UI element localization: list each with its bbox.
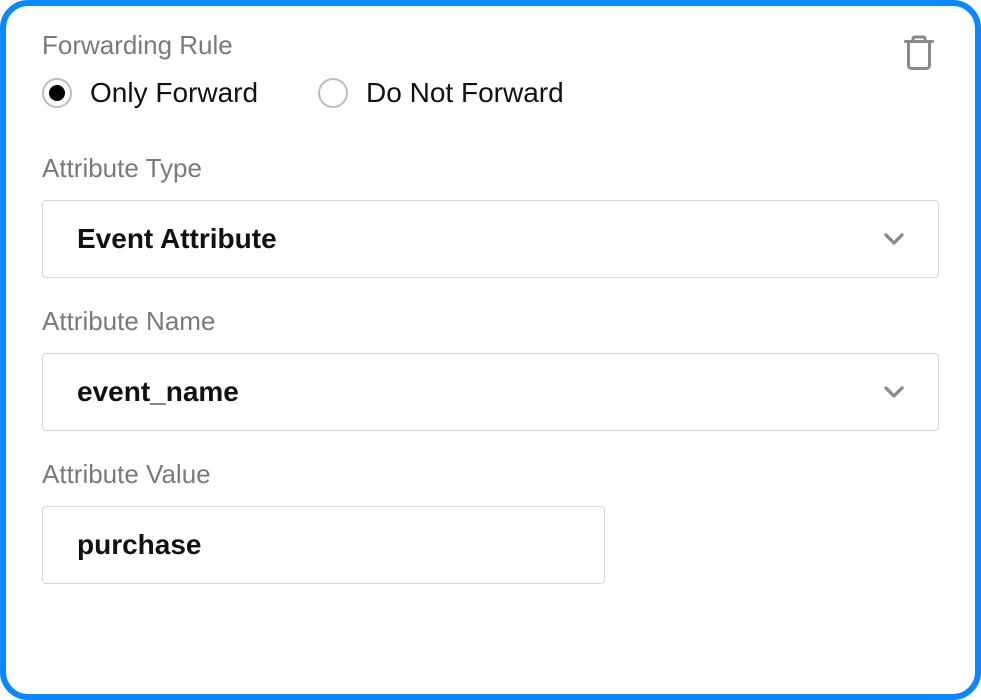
radio-label: Do Not Forward (366, 77, 564, 109)
trash-icon (901, 32, 937, 72)
attribute-type-dropdown[interactable]: Event Attribute (42, 200, 939, 278)
field-label: Attribute Type (42, 153, 939, 184)
attribute-value-input[interactable] (42, 506, 605, 584)
radio-indicator (318, 78, 348, 108)
attribute-type-field: Attribute Type Event Attribute (42, 153, 939, 278)
radio-do-not-forward[interactable]: Do Not Forward (318, 77, 564, 109)
radio-label: Only Forward (90, 77, 258, 109)
radio-only-forward[interactable]: Only Forward (42, 77, 258, 109)
attribute-name-dropdown[interactable]: event_name (42, 353, 939, 431)
dropdown-value: event_name (77, 376, 239, 408)
forwarding-rule-panel: Forwarding Rule Only Forward Do Not Forw… (0, 0, 981, 700)
radio-indicator (42, 78, 72, 108)
delete-rule-button[interactable] (899, 30, 939, 77)
chevron-down-icon (878, 223, 910, 255)
attribute-value-field: Attribute Value (42, 459, 939, 584)
forwarding-rule-radio-group: Only Forward Do Not Forward (42, 77, 939, 109)
dropdown-value: Event Attribute (77, 223, 277, 255)
field-label: Attribute Name (42, 306, 939, 337)
chevron-down-icon (878, 376, 910, 408)
attribute-name-field: Attribute Name event_name (42, 306, 939, 431)
panel-title: Forwarding Rule (42, 30, 233, 61)
field-label: Attribute Value (42, 459, 939, 490)
header-row: Forwarding Rule (42, 30, 939, 77)
